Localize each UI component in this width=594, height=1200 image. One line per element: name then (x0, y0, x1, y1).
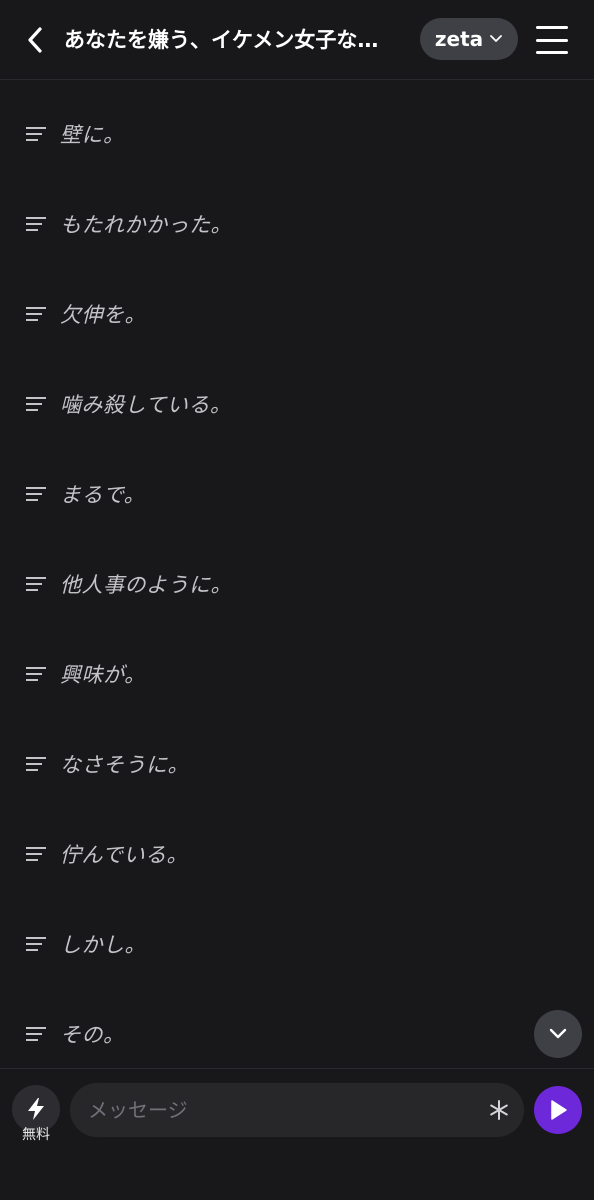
hamburger-line (536, 51, 568, 54)
text-lines-icon (26, 217, 46, 231)
text-lines-icon (26, 307, 46, 321)
send-button[interactable] (534, 1086, 582, 1134)
message-line: 他人事のように。 (26, 564, 232, 604)
boost-label: 無料 (22, 1127, 50, 1143)
chevron-down-icon (549, 1028, 567, 1039)
message-line: 興味が。 (26, 654, 146, 694)
message-composer: 無料 (0, 1068, 594, 1200)
message-line: その。 (26, 1014, 125, 1054)
text-lines-icon (26, 127, 46, 141)
text-lines-icon (26, 487, 46, 501)
scroll-to-bottom-button[interactable] (534, 1010, 582, 1058)
message-text: なさそうに。 (60, 753, 189, 777)
hamburger-line (536, 38, 568, 42)
message-text: 佇んでいる。 (60, 843, 188, 867)
message-text: 他人事のように。 (60, 573, 232, 597)
text-lines-icon (26, 577, 46, 591)
message-text: まるで。 (60, 483, 146, 507)
message-line: なさそうに。 (26, 744, 189, 784)
app-root: あなたを嫌う、イケメン女子な… zeta 壁に。 もたれかかった。 欠伸を。 噛… (0, 0, 594, 1200)
text-lines-icon (26, 397, 46, 411)
text-lines-icon (26, 757, 46, 771)
message-text: 欠伸を。 (60, 303, 146, 327)
message-line: しかし。 (26, 924, 146, 964)
header: あなたを嫌う、イケメン女子な… zeta (0, 0, 594, 80)
play-send-icon (551, 1100, 567, 1120)
message-text: しかし。 (60, 933, 146, 957)
hamburger-line (536, 26, 568, 29)
chevron-down-icon (490, 35, 503, 42)
special-input-button[interactable] (486, 1097, 512, 1123)
page-title: あなたを嫌う、イケメン女子な… (64, 28, 379, 52)
message-text: その。 (60, 1023, 125, 1047)
back-button[interactable] (18, 22, 52, 58)
chevron-left-icon (28, 27, 42, 53)
message-line: 佇んでいる。 (26, 834, 188, 874)
model-name: zeta (434, 27, 484, 51)
text-lines-icon (26, 937, 46, 951)
message-text: もたれかかった。 (60, 213, 232, 237)
text-lines-icon (26, 1027, 46, 1041)
message-text: 噛み殺している。 (60, 393, 232, 417)
message-text: 壁に。 (60, 123, 125, 147)
chat-message-list[interactable]: 壁に。 もたれかかった。 欠伸を。 噛み殺している。 まるで。 他人事のように。… (0, 80, 594, 1068)
message-line: 噛み殺している。 (26, 384, 231, 424)
lightning-icon (28, 1098, 44, 1120)
asterisk-icon (490, 1100, 508, 1120)
menu-button[interactable] (532, 22, 572, 58)
message-line: もたれかかった。 (26, 204, 232, 244)
message-input[interactable] (70, 1083, 524, 1137)
text-lines-icon (26, 847, 46, 861)
model-selector-button[interactable]: zeta (420, 18, 518, 60)
text-lines-icon (26, 667, 46, 681)
message-text: 興味が。 (60, 663, 146, 687)
message-line: まるで。 (26, 474, 145, 514)
message-line: 欠伸を。 (26, 294, 146, 334)
message-line: 壁に。 (26, 114, 125, 154)
